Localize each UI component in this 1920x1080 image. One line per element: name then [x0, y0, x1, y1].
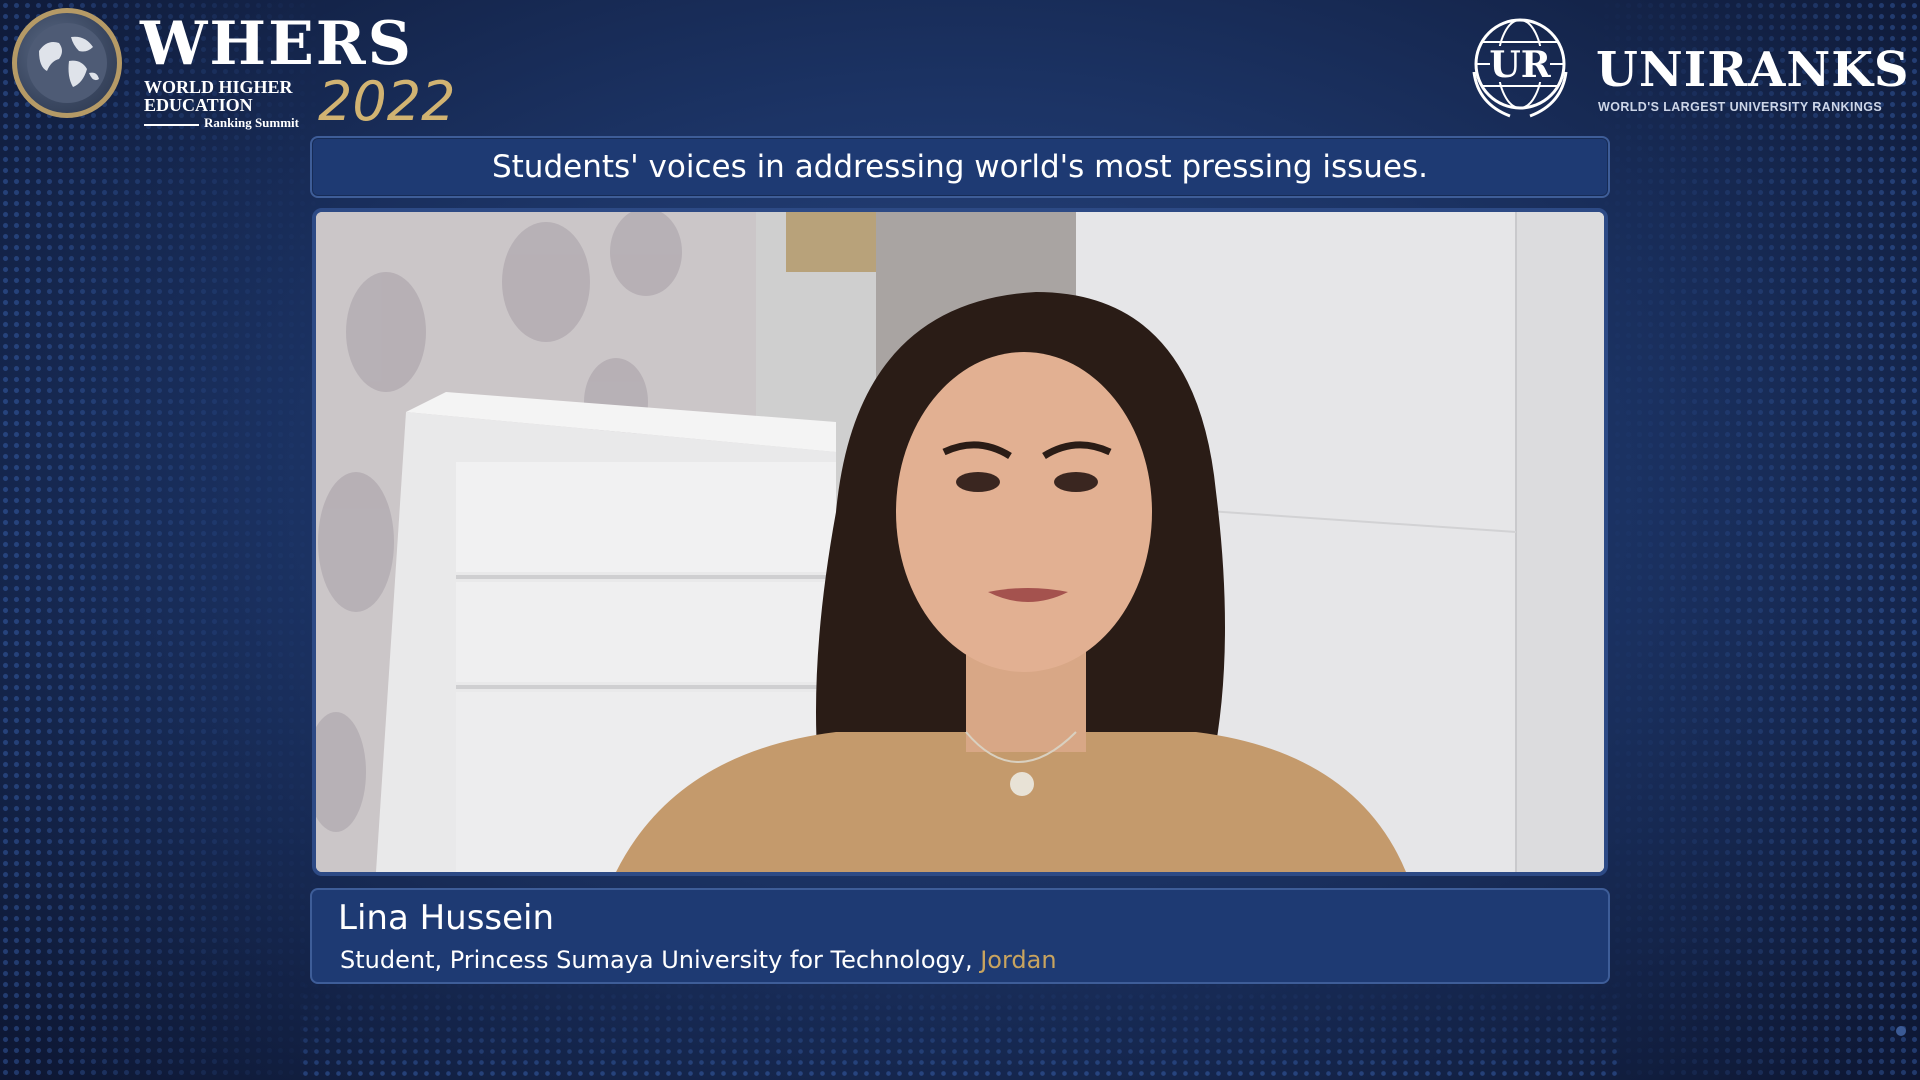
whers-year: 2022 — [318, 70, 456, 133]
speaker-name: Lina Hussein — [338, 898, 555, 938]
session-title-bar: Students' voices in addressing world's m… — [310, 136, 1610, 198]
right-dot-pattern — [1590, 0, 1920, 1080]
left-dot-pattern — [0, 0, 330, 1080]
uniranks-tagline: WORLD'S LARGEST UNIVERSITY RANKINGS — [1598, 100, 1883, 114]
video-frame-image — [316, 212, 1604, 872]
speaker-video-feed — [312, 208, 1608, 876]
whers-sub-line1: WORLD HIGHER — [144, 77, 293, 97]
whers-logo: WHERS WORLD HIGHER EDUCATION Ranking Sum… — [12, 8, 455, 132]
speaker-caption-bar: Lina Hussein Student, Princess Sumaya Un… — [310, 888, 1610, 984]
uniranks-logo: UR UNIRANKS WORLD'S LARGEST UNIVERSITY R… — [1464, 12, 1909, 122]
globe-icon — [12, 8, 122, 118]
corner-indicator-dot — [1896, 1026, 1906, 1036]
whers-wordmark: WHERS — [140, 9, 413, 79]
ur-emblem-text: UR — [1489, 44, 1551, 86]
laurel-globe-icon: UR — [1472, 18, 1568, 118]
whers-sub-line2: EDUCATION — [144, 95, 253, 115]
session-title: Students' voices in addressing world's m… — [491, 149, 1429, 185]
speaker-affiliation: Student, Princess Sumaya University for … — [340, 946, 1057, 974]
speaker-country: Jordan — [980, 946, 1057, 974]
uniranks-wordmark: UNIRANKS — [1596, 42, 1910, 98]
bottom-dot-pattern — [300, 980, 1620, 1080]
whers-rule — [144, 124, 199, 126]
whers-subtitle: WORLD HIGHER EDUCATION — [144, 78, 293, 114]
whers-sub-line3: Ranking Summit — [204, 115, 299, 130]
speaker-role: Student, Princess Sumaya University for … — [340, 946, 981, 974]
